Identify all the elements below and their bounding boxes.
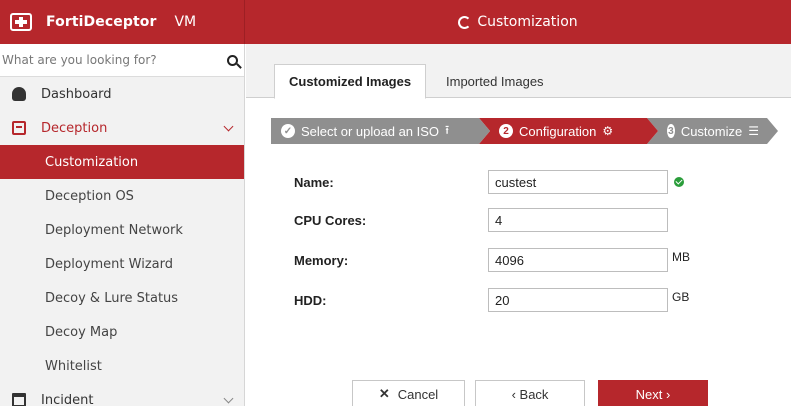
sidebar-item-label: Whitelist bbox=[45, 358, 102, 374]
sidebar-item-customization[interactable]: Customization bbox=[0, 145, 244, 179]
hdd-label: HDD: bbox=[294, 292, 327, 308]
sidebar-item-label: Decoy Map bbox=[45, 324, 118, 340]
tab-imported-images[interactable]: Imported Images bbox=[432, 64, 558, 98]
sidebar-item-label: Deception bbox=[41, 120, 108, 136]
cancel-button[interactable]: ✕ Cancel bbox=[352, 380, 465, 406]
step-configuration[interactable]: 2 Configuration ⚙ bbox=[479, 118, 658, 144]
top-bar: FortiDeceptor VM Customization bbox=[0, 0, 791, 44]
brand-name: FortiDeceptor bbox=[46, 14, 157, 30]
cpu-label: CPU Cores: bbox=[294, 212, 367, 228]
search-input[interactable] bbox=[2, 53, 202, 67]
chevron-down-icon bbox=[223, 121, 234, 132]
sidebar-item-deception[interactable]: Deception bbox=[0, 111, 244, 145]
search-bar bbox=[0, 44, 244, 77]
cancel-label: Cancel bbox=[397, 386, 439, 402]
form-row-hdd: HDD: GB bbox=[294, 288, 689, 312]
tab-customized-images[interactable]: Customized Images bbox=[274, 64, 427, 99]
close-icon: ✕ bbox=[378, 386, 390, 401]
main-content: Customized Images Imported Images ✓ Sele… bbox=[246, 44, 791, 406]
page-title: Customization bbox=[477, 14, 578, 30]
dashboard-icon bbox=[12, 87, 26, 101]
form-row-cpu: CPU Cores: bbox=[294, 208, 668, 232]
hdd-field[interactable] bbox=[488, 288, 668, 312]
sidebar-item-label: Incident bbox=[41, 392, 94, 406]
search-icon[interactable] bbox=[227, 54, 238, 66]
sidebar-item-incident[interactable]: Incident bbox=[0, 383, 244, 406]
step-label: Select or upload an ISO bbox=[301, 123, 440, 139]
upload-icon: ⭱ bbox=[445, 122, 450, 137]
check-circle-icon: ✓ bbox=[281, 124, 295, 138]
page-header: Customization bbox=[245, 0, 791, 44]
sidebar-item-label: Decoy & Lure Status bbox=[45, 290, 179, 306]
step-label: Configuration bbox=[519, 123, 597, 139]
name-field[interactable] bbox=[488, 170, 668, 194]
next-button[interactable]: Next › bbox=[598, 380, 708, 406]
hdd-unit: GB bbox=[672, 290, 690, 304]
sidebar-item-deception-os[interactable]: Deception OS bbox=[0, 179, 244, 213]
memory-field[interactable] bbox=[488, 248, 668, 272]
fortinet-logo-icon bbox=[10, 13, 32, 31]
sidebar-item-label: Deception OS bbox=[45, 188, 134, 204]
refresh-icon[interactable] bbox=[458, 15, 472, 29]
form-row-memory: Memory: MB bbox=[294, 248, 690, 272]
name-label: Name: bbox=[294, 174, 334, 190]
brand-variant: VM bbox=[174, 14, 197, 30]
step-select-iso[interactable]: ✓ Select or upload an ISO ⭱ bbox=[271, 118, 490, 144]
sidebar-item-deployment-network[interactable]: Deployment Network bbox=[0, 213, 244, 247]
back-button[interactable]: ‹ Back bbox=[475, 380, 585, 406]
sliders-icon: ☰ bbox=[748, 124, 759, 138]
sidebar-item-dashboard[interactable]: Dashboard bbox=[0, 77, 244, 111]
sidebar-item-label: Dashboard bbox=[41, 86, 112, 102]
form-row-name: Name: bbox=[294, 170, 684, 194]
sidebar-item-decoy-map[interactable]: Decoy Map bbox=[0, 315, 244, 349]
step-label: Customize bbox=[680, 123, 743, 139]
valid-check-icon bbox=[674, 177, 684, 187]
gears-icon: ⚙ bbox=[602, 124, 614, 138]
step-customize[interactable]: 3 Customize ☰ bbox=[647, 118, 778, 144]
sidebar-item-label: Deployment Wizard bbox=[45, 256, 173, 272]
cpu-cores-field[interactable] bbox=[488, 208, 668, 232]
sidebar-item-label: Customization bbox=[45, 154, 139, 170]
sidebar-item-label: Deployment Network bbox=[45, 222, 183, 238]
sidebar-item-deployment-wizard[interactable]: Deployment Wizard bbox=[0, 247, 244, 281]
sidebar: Dashboard Deception Customization Decept… bbox=[0, 44, 245, 406]
memory-unit: MB bbox=[672, 250, 690, 264]
chevron-down-icon bbox=[223, 393, 234, 404]
sidebar-item-whitelist[interactable]: Whitelist bbox=[0, 349, 244, 383]
tab-bar: Customized Images Imported Images bbox=[246, 44, 791, 99]
step-number: 3 bbox=[667, 124, 675, 138]
brand[interactable]: FortiDeceptor VM bbox=[0, 0, 245, 44]
sidebar-item-decoy-lure-status[interactable]: Decoy & Lure Status bbox=[0, 281, 244, 315]
wizard-steps: ✓ Select or upload an ISO ⭱ 2 Configurat… bbox=[271, 118, 778, 144]
calendar-icon bbox=[12, 393, 26, 406]
memory-label: Memory: bbox=[294, 252, 349, 268]
step-number: 2 bbox=[499, 124, 513, 138]
deception-icon bbox=[12, 121, 26, 135]
